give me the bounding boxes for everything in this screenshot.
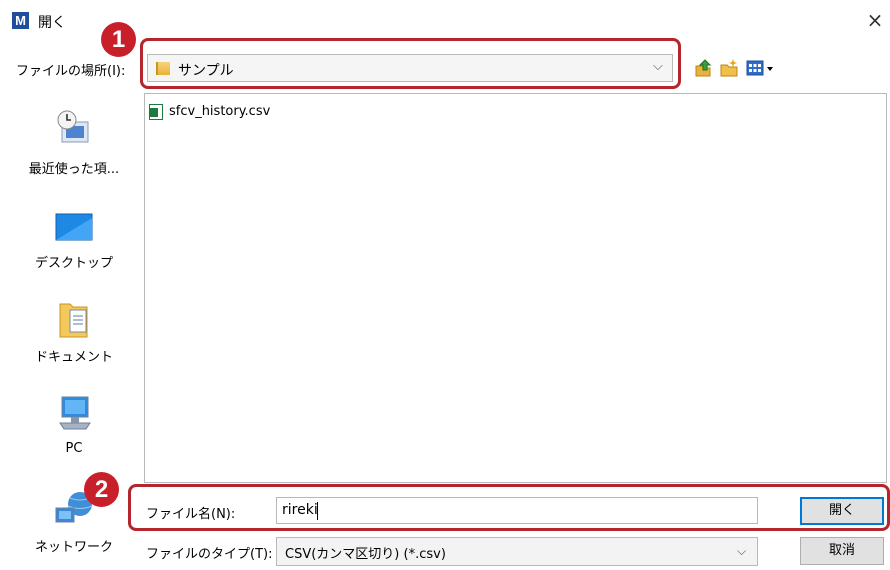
chevron-down-icon[interactable]: ⌵ xyxy=(737,544,746,559)
sidebar-item-label: 最近使った項... xyxy=(28,162,120,177)
app-icon: M xyxy=(12,12,29,29)
file-name: sfcv_history.csv xyxy=(169,104,271,119)
excel-csv-icon xyxy=(149,104,163,120)
desktop-icon xyxy=(55,213,93,241)
sidebar-item-label: ネットワーク xyxy=(34,540,113,555)
recent-places-icon xyxy=(57,110,89,143)
sidebar-item-recent[interactable]: 最近使った項... xyxy=(14,108,134,180)
sidebar-item-network[interactable]: ネットワーク xyxy=(14,490,134,556)
sidebar-item-documents[interactable]: ドキュメント xyxy=(14,300,134,368)
step-badge-1: 1 xyxy=(101,22,136,57)
cancel-button[interactable]: 取消 xyxy=(800,537,884,565)
sidebar-item-label: PC xyxy=(65,441,83,456)
view-menu-icon[interactable] xyxy=(746,58,778,78)
list-item[interactable]: sfcv_history.csv xyxy=(149,102,349,122)
documents-icon xyxy=(59,303,88,338)
pc-icon xyxy=(59,396,91,430)
filename-highlight xyxy=(128,484,890,531)
filetype-label: ファイルのタイプ(T): xyxy=(146,547,273,562)
sidebar-item-label: デスクトップ xyxy=(34,256,113,271)
sidebar-item-pc[interactable]: PC xyxy=(14,395,134,461)
location-highlight xyxy=(140,38,681,89)
filetype-value: CSV(カンマ区切り) (*.csv) xyxy=(285,547,446,562)
sidebar-item-desktop[interactable]: デスクトップ xyxy=(14,208,134,276)
up-folder-icon[interactable] xyxy=(693,58,713,78)
location-label: ファイルの場所(I): xyxy=(16,64,126,79)
filetype-dropdown[interactable]: CSV(カンマ区切り) (*.csv) ⌵ xyxy=(276,537,758,566)
close-button[interactable]: × xyxy=(863,8,887,32)
step-badge-2: 2 xyxy=(84,472,119,507)
sidebar-item-label: ドキュメント xyxy=(34,350,113,365)
file-list[interactable]: sfcv_history.csv xyxy=(144,93,887,483)
new-folder-icon[interactable] xyxy=(719,58,739,78)
window-title: 開く xyxy=(38,15,66,31)
